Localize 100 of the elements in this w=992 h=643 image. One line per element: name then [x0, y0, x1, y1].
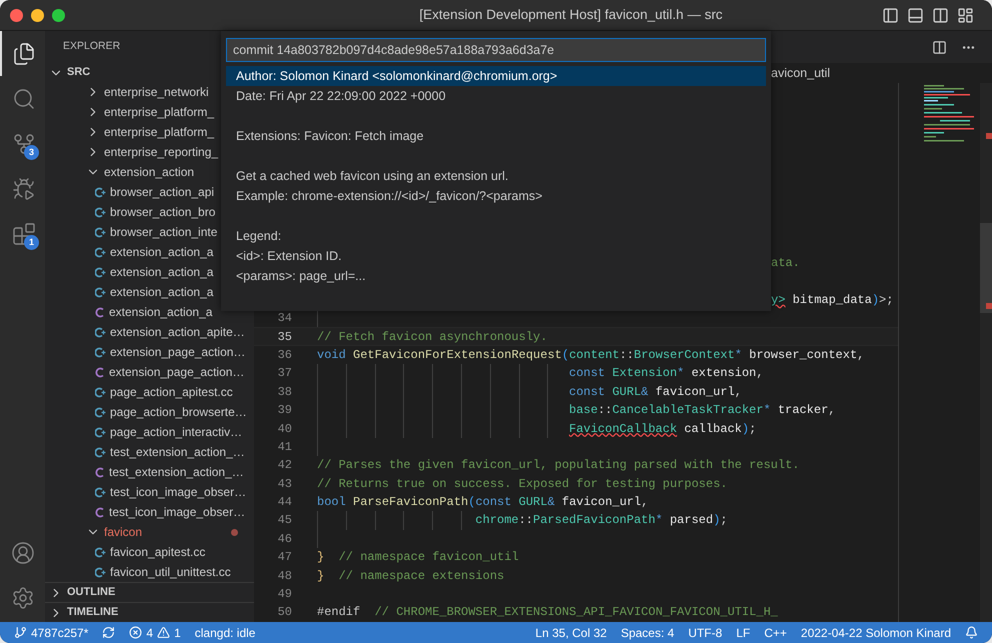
customize-layout-icon[interactable]: [957, 6, 974, 24]
file-item[interactable]: favicon_apitest.cc: [45, 542, 206, 562]
file-item[interactable]: extension_page_action…: [45, 362, 244, 382]
file-item[interactable]: test_icon_image_obser…: [45, 482, 246, 502]
folder-item[interactable]: extension_action: [45, 162, 194, 182]
section-header[interactable]: OUTLINE: [45, 582, 254, 602]
status-item[interactable]: 2022-04-22 Solomon Kinard: [800, 624, 951, 642]
input-field[interactable]: commit 14a803782b097d4c8ade98e57a188a793a6d3a7e: [226, 38, 766, 62]
count-badge: 3: [24, 145, 39, 160]
line-number: 39: [276, 402, 292, 420]
status-item[interactable]: UTF-8: [688, 624, 722, 642]
file-item[interactable]: browser_action_api: [45, 182, 214, 202]
file-item[interactable]: page_action_browserte…: [45, 402, 247, 422]
file-item[interactable]: favicon_util_unittest.cc: [45, 562, 231, 582]
code-token: void: [317, 346, 347, 364]
activity-bar-item[interactable]: 1: [0, 211, 45, 256]
files-icon: [12, 42, 36, 66]
close-window-button[interactable]: [10, 8, 23, 22]
toggle-sidebar-icon[interactable]: [882, 6, 899, 24]
line-number: 38: [276, 384, 292, 401]
branch-status[interactable]: 4787c257*: [14, 624, 88, 642]
code-token: GURL: [518, 494, 548, 512]
code-token: // Fetch favicon asynchronously.: [317, 328, 548, 346]
maximize-window-button[interactable]: [52, 8, 65, 22]
code-token: const: [569, 365, 606, 382]
notifications-icon[interactable]: [965, 626, 978, 639]
file-item[interactable]: test_extension_action_…: [45, 442, 245, 462]
code-token: CancelableTaskTracker: [612, 402, 764, 420]
toggle-panel-icon[interactable]: [907, 6, 924, 24]
code-token: Extension: [612, 365, 678, 382]
file-item[interactable]: browser_action_inte: [45, 222, 218, 242]
line-number: 40: [276, 420, 292, 438]
sidebar-title: EXPLORER: [63, 39, 120, 54]
code-token: *: [734, 346, 743, 364]
code-token: (: [468, 494, 476, 512]
list-item[interactable]: Extensions: Favicon: Fetch image: [226, 126, 766, 146]
list-item[interactable]: <params>: page_url=...: [226, 266, 766, 286]
file-item[interactable]: extension_action_apite…: [45, 322, 245, 342]
scrollbar-thumb[interactable]: [980, 223, 992, 313]
code-token: *: [655, 512, 664, 530]
code-token: *: [677, 365, 686, 382]
list-item[interactable]: Example: chrome-extension://<id>/_favicon/?<params>: [226, 186, 766, 206]
file-item[interactable]: extension_action_a: [45, 242, 214, 262]
file-item[interactable]: browser_action_bro: [45, 202, 216, 222]
code-token: // Parses the given favicon_url, populating parsed with the result.: [317, 457, 800, 474]
code-token: ::: [619, 346, 634, 364]
code-token: FaviconCallback: [569, 420, 678, 438]
folder-item[interactable]: enterprise_reporting_: [45, 142, 218, 162]
toggle-secondary-sidebar-icon[interactable]: [932, 6, 949, 24]
file-item[interactable]: test_extension_action_…: [45, 462, 244, 482]
sync-icon[interactable]: [102, 626, 116, 639]
account-icon[interactable]: [10, 540, 34, 564]
file-item[interactable]: extension_action_a: [45, 282, 214, 302]
split-editor-icon[interactable]: [932, 40, 947, 54]
list-item[interactable]: Author: Solomon Kinard <solomonkinard@chromium.org>: [226, 66, 766, 86]
list-item[interactable]: Date: Fri Apr 22 22:09:00 2022 +0000: [226, 86, 766, 106]
file-item[interactable]: page_action_apitest.cc: [45, 382, 233, 402]
activity-bar-item[interactable]: 3: [0, 121, 45, 166]
status-item[interactable]: Spaces: 4: [620, 624, 674, 642]
file-item[interactable]: extension_action_a: [45, 262, 214, 282]
code-token: GURL: [612, 384, 642, 401]
file-item[interactable]: extension_action_a: [45, 302, 212, 322]
folder-header[interactable]: SRC: [45, 63, 94, 82]
list-item[interactable]: Legend:: [226, 226, 766, 246]
extensions-icon: [12, 222, 36, 246]
problems-status[interactable]: 4 1: [129, 624, 181, 642]
branch-icon: [14, 626, 27, 639]
code-token: favicon_url: [655, 384, 735, 401]
line-number: 43: [276, 476, 292, 493]
code-token: &: [641, 384, 650, 401]
line-number: 36: [276, 346, 292, 364]
minimize-window-button[interactable]: [31, 8, 44, 22]
file-item[interactable]: page_action_interactiv…: [45, 422, 242, 442]
code-token: ata.: [771, 255, 800, 272]
breadcrumb-item[interactable]: avicon_util: [771, 64, 830, 82]
code-token: ): [872, 292, 880, 309]
code-token: // Returns true on success. Exposed for testing purposes.: [317, 476, 728, 493]
list-item[interactable]: Get a cached web favicon using an extension url.: [226, 166, 766, 186]
folder-item[interactable]: enterprise_networki: [45, 82, 209, 102]
folder-item[interactable]: enterprise_platform_: [45, 122, 214, 142]
settings-icon[interactable]: [10, 586, 34, 610]
folder-item[interactable]: favicon: [45, 522, 254, 542]
code-token: ::: [518, 512, 534, 530]
code-token: bitmap_data: [792, 292, 872, 309]
code-token: ;: [720, 512, 728, 530]
line-number: 37: [276, 365, 292, 382]
code-token: tracker: [778, 402, 828, 420]
folder-item[interactable]: enterprise_platform_: [45, 102, 214, 122]
status-item[interactable]: Ln 35, Col 32: [535, 624, 607, 642]
line-number: 46: [276, 530, 292, 548]
status-item[interactable]: C++: [764, 624, 787, 642]
code-token: content: [569, 346, 620, 364]
file-item[interactable]: extension_page_action…: [45, 342, 246, 362]
line-number: 42: [276, 457, 292, 474]
code-token: ,: [734, 384, 742, 401]
status-item[interactable]: LF: [736, 624, 750, 642]
language-server-status[interactable]: clangd: idle: [194, 624, 256, 642]
file-item[interactable]: test_icon_image_obser…: [45, 502, 246, 522]
list-item[interactable]: <id>: Extension ID.: [226, 246, 766, 266]
code-token: y>: [771, 292, 786, 309]
